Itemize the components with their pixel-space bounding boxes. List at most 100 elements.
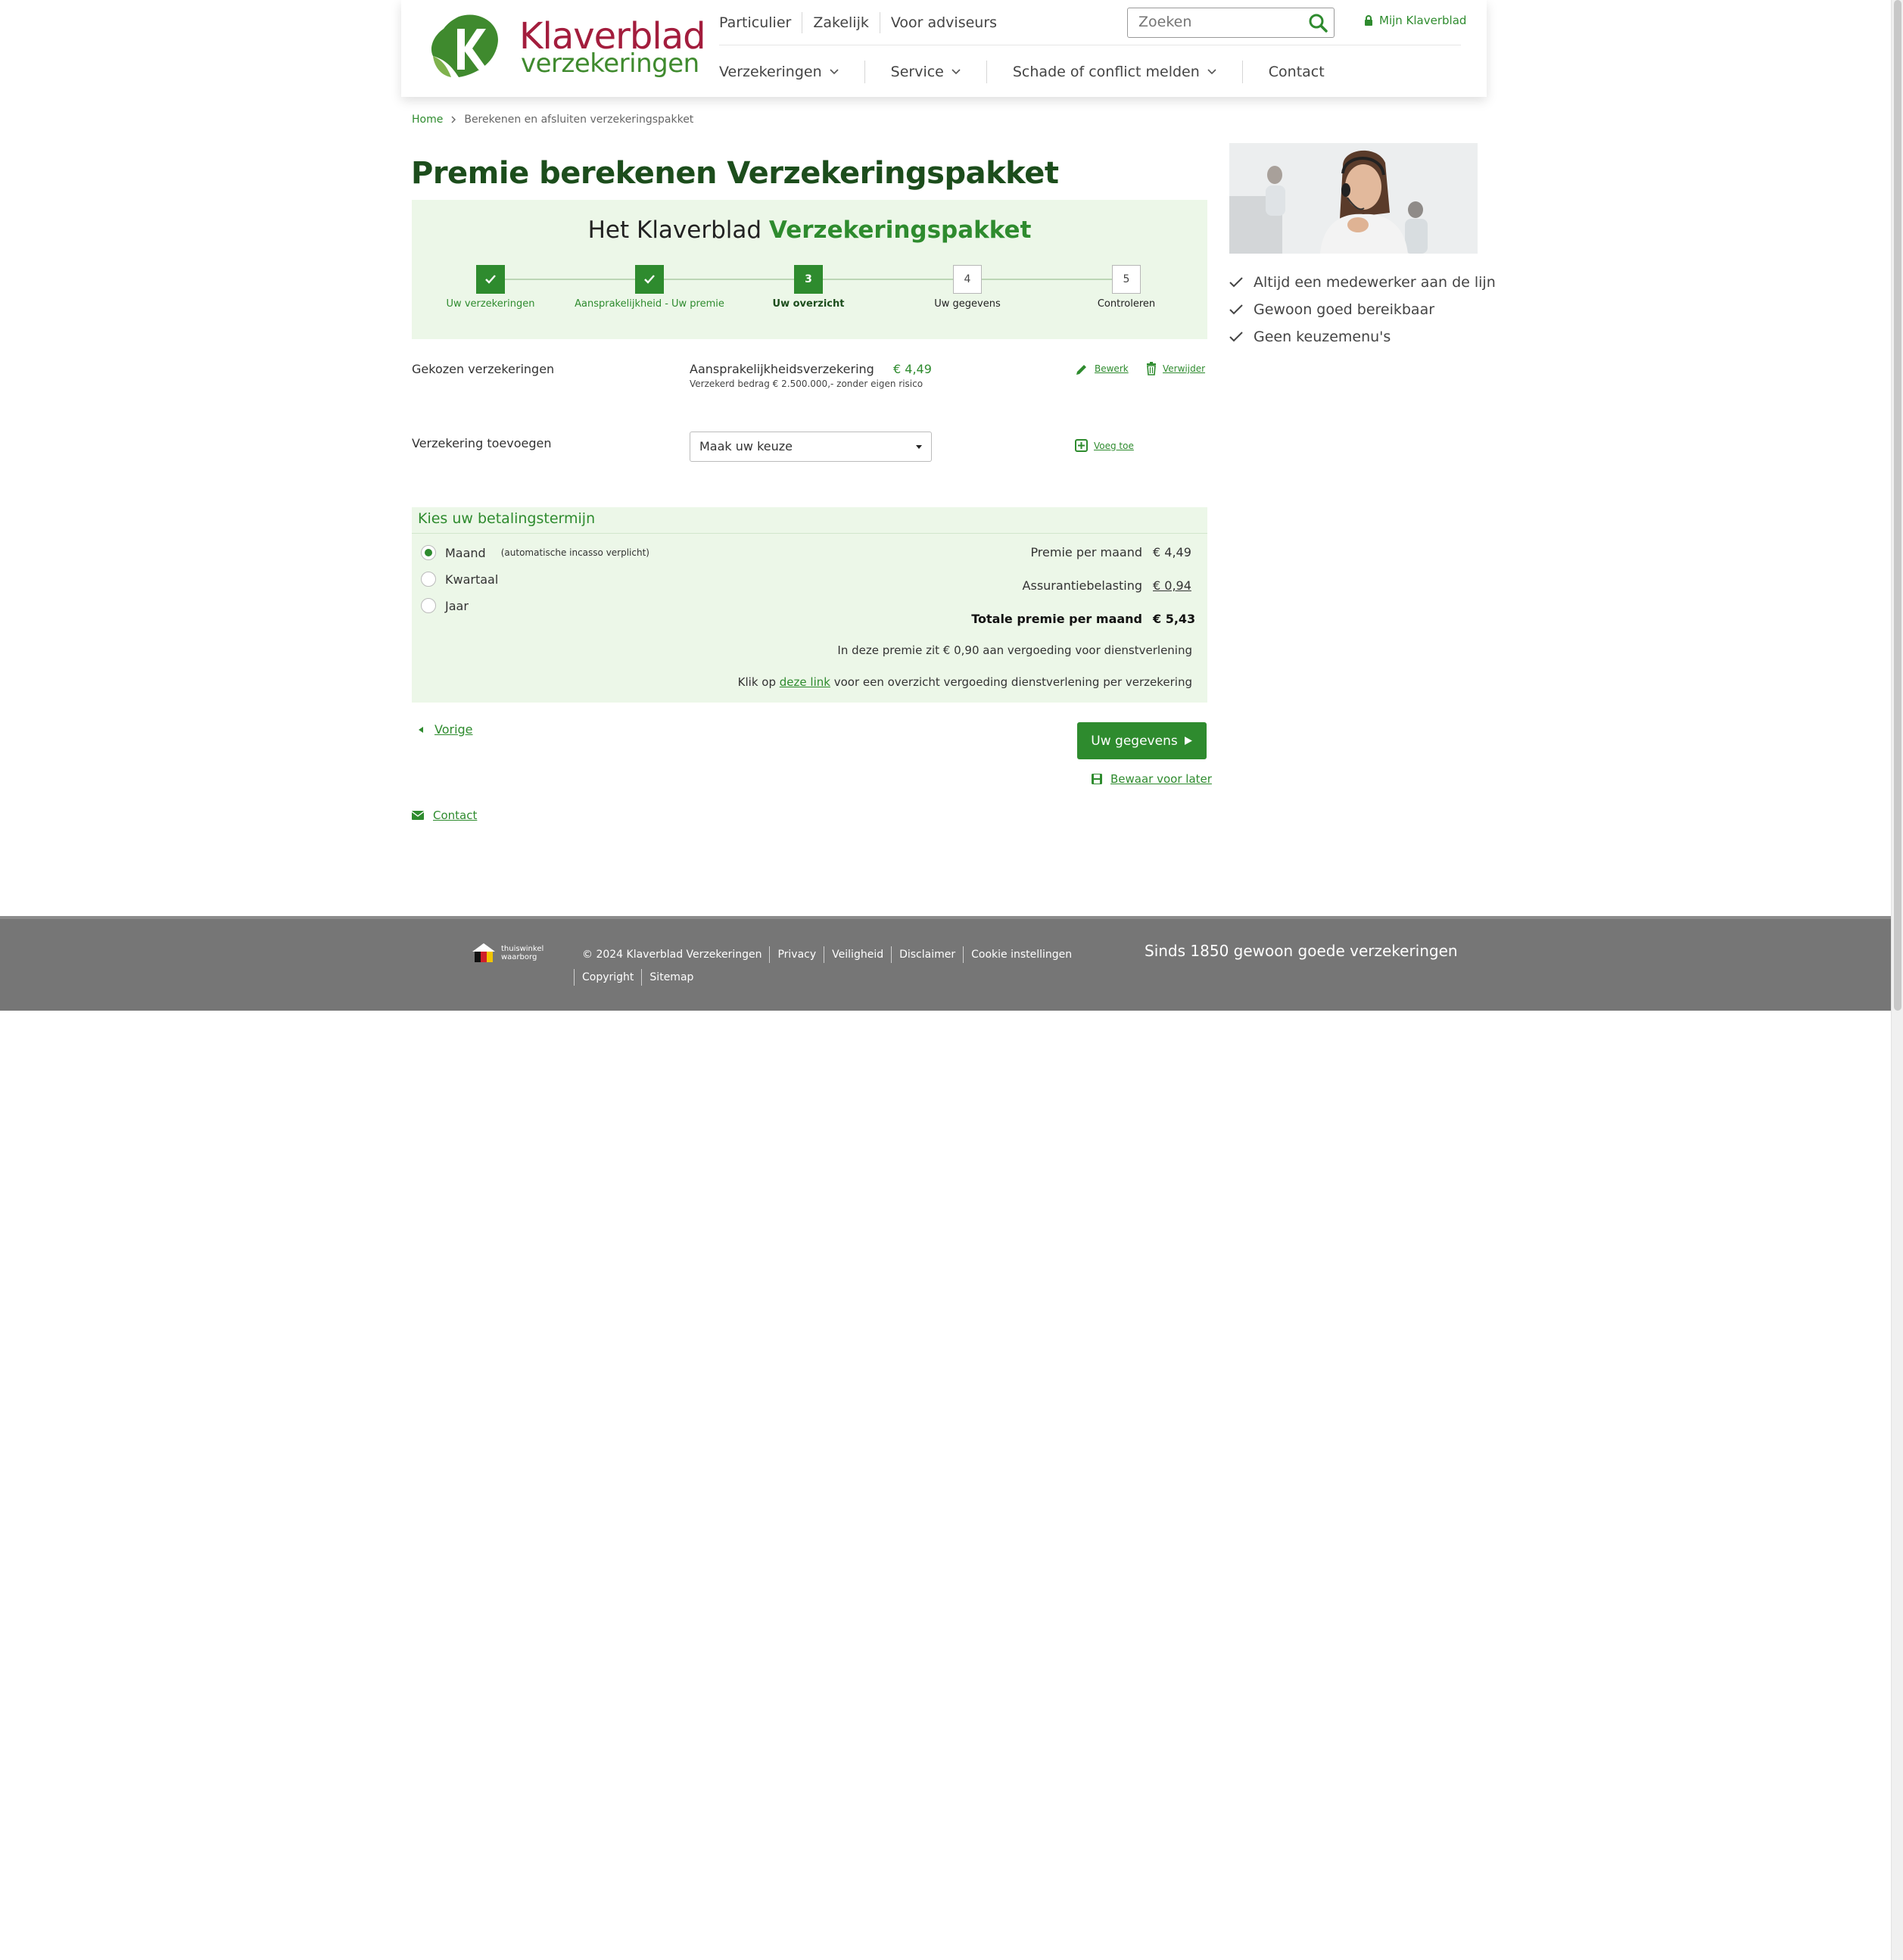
step-check-icon xyxy=(476,265,505,294)
nav-voor-adviseurs[interactable]: Voor adviseurs xyxy=(880,12,1008,33)
radio-jaar[interactable]: Jaar xyxy=(421,598,469,613)
usp-item: Altijd een medewerker aan de lijn xyxy=(1229,274,1496,291)
chevron-right-icon xyxy=(451,116,456,123)
remove-insurance-button[interactable]: Verwijder xyxy=(1146,362,1205,375)
edit-insurance-button[interactable]: Bewerk xyxy=(1075,362,1129,375)
breadcrumb-home[interactable]: Home xyxy=(412,114,443,126)
thuiswinkel-badge[interactable]: thuiswinkel waarborg xyxy=(471,942,543,964)
tax-value[interactable]: € 0,94 xyxy=(1153,578,1192,593)
trash-icon xyxy=(1147,362,1156,375)
wizard-step-number: 3 xyxy=(794,265,823,294)
wizard-step-2[interactable]: Aansprakelijkheid - Uw premie xyxy=(566,265,733,310)
site-header: Klaverblad verzekeringen Particulier Zak… xyxy=(401,0,1487,97)
premium-value: € 4,49 xyxy=(1153,545,1191,559)
footer-link-sitemap[interactable]: Sitemap xyxy=(641,969,701,986)
breadcrumb-current: Berekenen en afsluiten verzekeringspakke… xyxy=(464,114,694,126)
radio-button[interactable] xyxy=(421,572,436,587)
footer-link-privacy[interactable]: Privacy xyxy=(769,946,824,963)
previous-link[interactable]: Vorige xyxy=(418,722,473,737)
nav-verzekeringen[interactable]: Verzekeringen xyxy=(719,61,865,83)
wizard-step-label: Controleren xyxy=(1097,298,1156,310)
footer-link-cookies[interactable]: Cookie instellingen xyxy=(963,946,1079,963)
insurance-name: Aansprakelijkheidsverzekering xyxy=(690,362,874,376)
total-label: Totale premie per maand xyxy=(971,612,1142,626)
footer-link-copyright[interactable]: Copyright xyxy=(574,969,641,986)
search-input[interactable] xyxy=(1128,8,1294,36)
insurance-price: € 4,49 xyxy=(893,362,932,376)
mijn-klaverblad-link[interactable]: Mijn Klaverblad xyxy=(1364,14,1466,27)
radio-label: Maand xyxy=(445,545,486,560)
payment-divider xyxy=(412,533,1207,534)
chevron-down-icon xyxy=(830,69,839,75)
wizard-title: Het Klaverblad Verzekeringspakket xyxy=(412,217,1207,244)
radio-label: Kwartaal xyxy=(445,572,499,587)
usp-item: Geen keuzemenu's xyxy=(1229,329,1391,345)
radio-button[interactable] xyxy=(421,598,436,613)
wizard-step-1[interactable]: Uw verzekeringen xyxy=(407,265,574,310)
search-box xyxy=(1127,8,1335,38)
wizard-step-5: 5 Controleren xyxy=(1043,265,1210,310)
nav-zakelijk[interactable]: Zakelijk xyxy=(802,12,880,33)
total-value: € 5,43 xyxy=(1153,612,1196,626)
step-check-icon xyxy=(635,265,664,294)
nav-contact[interactable]: Contact xyxy=(1243,61,1350,83)
footer-link-disclaimer[interactable]: Disclaimer xyxy=(891,946,963,963)
chevron-down-icon xyxy=(1207,69,1216,75)
link-note-prefix: Klik op xyxy=(737,675,776,689)
caret-down-icon xyxy=(916,445,922,449)
search-icon[interactable] xyxy=(1308,13,1328,33)
wizard-step-4: 4 Uw gegevens xyxy=(884,265,1051,310)
wizard-panel: Het Klaverblad Verzekeringspakket Uw ver… xyxy=(412,200,1207,339)
radio-button-selected[interactable] xyxy=(421,545,436,560)
caret-left-icon xyxy=(419,726,423,733)
check-icon xyxy=(1229,277,1243,288)
top-nav: Particulier Zakelijk Voor adviseurs xyxy=(719,12,1008,33)
wizard-step-label: Uw gegevens xyxy=(934,298,1001,310)
page-scrollbar[interactable] xyxy=(1891,0,1903,1960)
nav-schade-melden[interactable]: Schade of conflict melden xyxy=(987,61,1243,83)
mijn-klaverblad-label: Mijn Klaverblad xyxy=(1379,14,1467,27)
edit-label: Bewerk xyxy=(1095,363,1129,374)
footer-copyright: © 2024 Klaverblad Verzekeringen xyxy=(582,949,762,961)
fee-overview-link[interactable]: deze link xyxy=(780,675,830,689)
add-insurance-button[interactable]: Voeg toe xyxy=(1075,439,1134,452)
usp-label: Geen keuzemenu's xyxy=(1254,329,1391,345)
pencil-icon xyxy=(1076,365,1086,375)
wizard-step-label: Uw overzicht xyxy=(772,298,845,310)
chevron-down-icon xyxy=(952,69,961,75)
footer-slogan: Sinds 1850 gewoon goede verzekeringen xyxy=(1145,942,1458,960)
contact-link[interactable]: Contact xyxy=(412,809,477,822)
nav-service[interactable]: Service xyxy=(865,61,987,83)
site-footer: thuiswinkel waarborg © 2024 Klaverblad V… xyxy=(0,916,1891,1011)
footer-link-veiligheid[interactable]: Veiligheid xyxy=(824,946,891,963)
lock-icon xyxy=(1365,15,1372,26)
link-note: Klik op deze link voor een overzicht ver… xyxy=(738,675,1192,689)
next-step-button[interactable]: Uw gegevens xyxy=(1077,722,1207,759)
wizard-step-number: 5 xyxy=(1112,265,1141,294)
remove-label: Verwijder xyxy=(1163,363,1206,374)
logo-subtitle: verzekeringen xyxy=(521,48,699,79)
wizard-step-label: Uw verzekeringen xyxy=(446,298,535,310)
add-insurance-label: Verzekering toevoegen xyxy=(412,436,552,450)
insurance-select[interactable]: Maak uw keuze xyxy=(690,432,932,462)
scrollbar-thumb[interactable] xyxy=(1894,0,1901,1011)
radio-label: Jaar xyxy=(445,598,469,613)
wizard-step-label: Aansprakelijkheid - Uw premie xyxy=(575,298,724,310)
nav-service-label: Service xyxy=(890,64,944,80)
usp-label: Altijd een medewerker aan de lijn xyxy=(1254,274,1496,291)
add-label: Voeg toe xyxy=(1094,440,1134,451)
radio-kwartaal[interactable]: Kwartaal xyxy=(421,572,498,587)
payment-term-panel: Kies uw betalingstermijn Maand (automati… xyxy=(412,507,1207,703)
insurance-select-value: Maak uw keuze xyxy=(699,439,793,453)
payment-term-title: Kies uw betalingstermijn xyxy=(418,510,596,527)
wizard-title-highlight: Verzekeringspakket xyxy=(768,217,1032,244)
nav-schade-label: Schade of conflict melden xyxy=(1012,64,1200,80)
logo[interactable]: Klaverblad verzekeringen xyxy=(428,12,706,80)
save-for-later-link[interactable]: Bewaar voor later xyxy=(1091,772,1212,786)
nav-particulier[interactable]: Particulier xyxy=(719,12,803,33)
footer-links: © 2024 Klaverblad Verzekeringen Privacy Ve… xyxy=(574,946,1089,992)
clover-leaf-icon xyxy=(431,14,498,77)
premium-row: Premie per maand € 4,49 xyxy=(1030,545,1192,559)
radio-note: (automatische incasso verplicht) xyxy=(500,547,649,558)
radio-maand[interactable]: Maand (automatische incasso verplicht) xyxy=(421,545,649,560)
